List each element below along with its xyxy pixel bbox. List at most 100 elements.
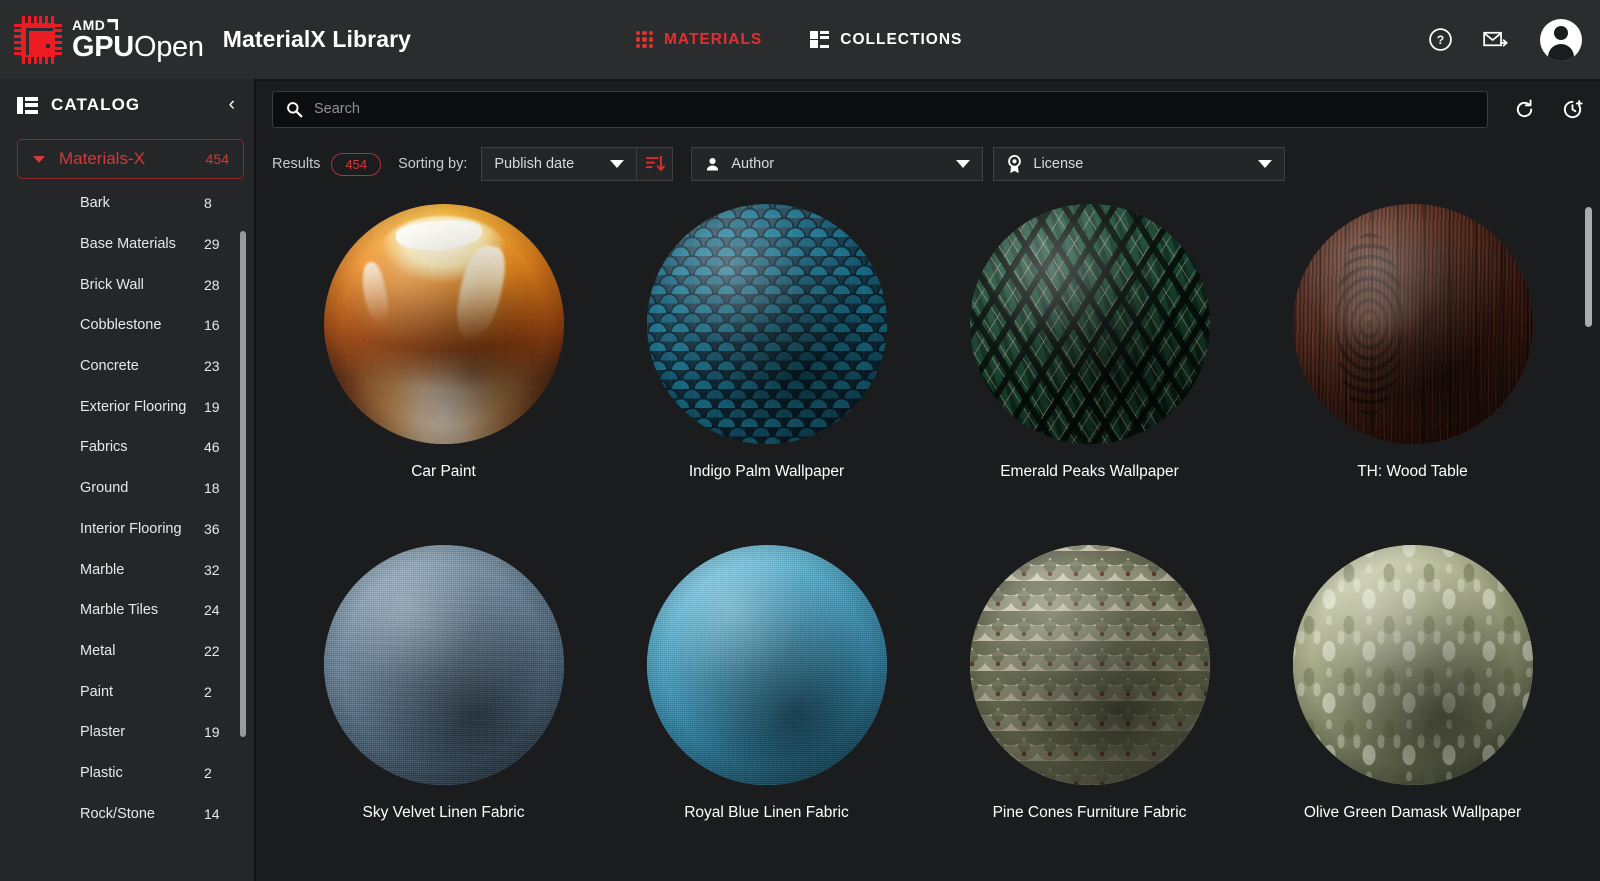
sidebar-item-metal[interactable]: Metal22 [0, 631, 256, 672]
search-icon [286, 101, 303, 118]
sidebar-item-label: Fabrics [80, 439, 204, 455]
main-top-divider [256, 79, 1600, 81]
sidebar-item-label: Marble Tiles [80, 602, 204, 618]
sidebar-item-plaster[interactable]: Plaster19 [0, 712, 256, 753]
main-nav: MATERIALS COLLECTIONS [636, 0, 962, 79]
license-filter-dropdown[interactable]: License [993, 147, 1285, 181]
sidebar-item-ground[interactable]: Ground18 [0, 468, 256, 509]
sidebar-item-count: 29 [204, 236, 226, 252]
user-avatar[interactable] [1540, 19, 1582, 61]
gpu-text: GPU [72, 31, 134, 63]
sidebar-item-brick-wall[interactable]: Brick Wall28 [0, 264, 256, 305]
sort-by-value: Publish date [494, 156, 598, 172]
sidebar-item-exterior-flooring[interactable]: Exterior Flooring19 [0, 386, 256, 427]
material-card[interactable]: Car Paint [282, 199, 605, 540]
sidebar-item-count: 23 [204, 358, 226, 374]
person-icon [704, 156, 721, 173]
app-header: AMD GPUOpen MaterialX Library MATERIALS … [0, 0, 1600, 79]
chevron-down-icon [33, 156, 45, 163]
sidebar-item-label: Metal [80, 643, 204, 659]
material-sphere-preview [324, 545, 564, 785]
svg-text:?: ? [1437, 33, 1444, 47]
material-thumbnail[interactable] [1252, 540, 1573, 790]
sidebar-item-count: 8 [204, 195, 226, 211]
sidebar-item-count: 24 [204, 602, 226, 618]
sidebar-item-label: Interior Flooring [80, 521, 204, 537]
material-card[interactable]: Royal Blue Linen Fabric [605, 540, 928, 881]
sidebar-item-count: 19 [204, 399, 226, 415]
sidebar-item-count: 14 [204, 806, 226, 822]
material-card[interactable]: Sky Velvet Linen Fabric [282, 540, 605, 881]
sidebar-item-count: 18 [204, 480, 226, 496]
material-name: Pine Cones Furniture Fabric [993, 804, 1187, 822]
chevron-down-icon [1258, 160, 1272, 168]
tab-collections[interactable]: COLLECTIONS [810, 31, 962, 49]
material-name: Royal Blue Linen Fabric [684, 804, 849, 822]
catalog-title: CATALOG [51, 95, 229, 115]
material-sphere-preview [647, 204, 887, 444]
material-thumbnail[interactable] [283, 540, 604, 790]
collapse-sidebar-button[interactable]: ‹ [229, 94, 239, 116]
catalog-sidebar: CATALOG ‹ Materials-X 454 Bark8Base Mate… [0, 79, 256, 881]
sidebar-item-label: Cobblestone [80, 317, 204, 333]
catalog-root-materials-x[interactable]: Materials-X 454 [17, 139, 244, 179]
material-thumbnail[interactable] [606, 199, 927, 449]
sidebar-item-count: 28 [204, 277, 226, 293]
contact-mail-icon[interactable] [1483, 28, 1510, 52]
sidebar-item-marble[interactable]: Marble32 [0, 549, 256, 590]
material-name: Emerald Peaks Wallpaper [1000, 463, 1179, 481]
help-icon[interactable]: ? [1428, 27, 1453, 52]
results-label: Results [272, 156, 320, 172]
material-thumbnail[interactable] [1252, 199, 1573, 449]
history-add-icon[interactable] [1561, 98, 1584, 121]
sidebar-item-plastic[interactable]: Plastic2 [0, 753, 256, 794]
sidebar-item-paint[interactable]: Paint2 [0, 671, 256, 712]
sidebar-item-label: Ground [80, 480, 204, 496]
material-card[interactable]: Emerald Peaks Wallpaper [928, 199, 1251, 540]
brand-logo[interactable]: AMD GPUOpen [0, 15, 204, 65]
grid-dots-icon [636, 31, 653, 48]
amd-arrow-icon [107, 19, 118, 30]
material-thumbnail[interactable] [929, 199, 1250, 449]
sidebar-item-concrete[interactable]: Concrete23 [0, 346, 256, 387]
material-card[interactable]: Pine Cones Furniture Fabric [928, 540, 1251, 881]
sidebar-item-marble-tiles[interactable]: Marble Tiles24 [0, 590, 256, 631]
sort-by-dropdown[interactable]: Publish date [481, 147, 637, 181]
license-filter-value: License [1033, 156, 1246, 172]
sidebar-item-fabrics[interactable]: Fabrics46 [0, 427, 256, 468]
refresh-icon[interactable] [1513, 98, 1536, 121]
sidebar-item-label: Brick Wall [80, 277, 204, 293]
material-sphere-preview [324, 204, 564, 444]
filters-row: Results 454 Sorting by: Publish date Aut… [256, 139, 1600, 189]
material-name: Car Paint [411, 463, 476, 481]
material-card[interactable]: Indigo Palm Wallpaper [605, 199, 928, 540]
amd-text: AMD [72, 18, 105, 32]
sidebar-item-bark[interactable]: Bark8 [0, 183, 256, 224]
results-scrollbar[interactable] [1585, 207, 1592, 327]
header-actions: ? [1428, 0, 1582, 79]
sidebar-item-count: 22 [204, 643, 226, 659]
sidebar-item-label: Concrete [80, 358, 204, 374]
material-thumbnail[interactable] [606, 540, 927, 790]
material-card[interactable]: Olive Green Damask Wallpaper [1251, 540, 1574, 881]
author-filter-dropdown[interactable]: Author [691, 147, 983, 181]
search-input[interactable]: Search [272, 91, 1488, 128]
tab-materials[interactable]: MATERIALS [636, 31, 762, 49]
sidebar-item-base-materials[interactable]: Base Materials29 [0, 224, 256, 265]
material-thumbnail[interactable] [283, 199, 604, 449]
main-content: Search Results 454 Sorting by: Publish d… [256, 79, 1600, 881]
sidebar-item-count: 2 [204, 684, 226, 700]
amd-wordmark: AMD [72, 18, 204, 32]
sidebar-item-interior-flooring[interactable]: Interior Flooring36 [0, 509, 256, 550]
material-card[interactable]: TH: Wood Table [1251, 199, 1574, 540]
sort-direction-button[interactable] [637, 147, 673, 181]
material-sphere-preview [1293, 545, 1533, 785]
sidebar-scrollbar[interactable] [240, 231, 246, 737]
sidebar-item-cobblestone[interactable]: Cobblestone16 [0, 305, 256, 346]
material-thumbnail[interactable] [929, 540, 1250, 790]
sidebar-item-label: Plastic [80, 765, 204, 781]
sidebar-item-rock-stone[interactable]: Rock/Stone14 [0, 793, 256, 834]
open-text: Open [134, 31, 204, 63]
material-name: Indigo Palm Wallpaper [689, 463, 844, 481]
chevron-down-icon [610, 160, 624, 168]
